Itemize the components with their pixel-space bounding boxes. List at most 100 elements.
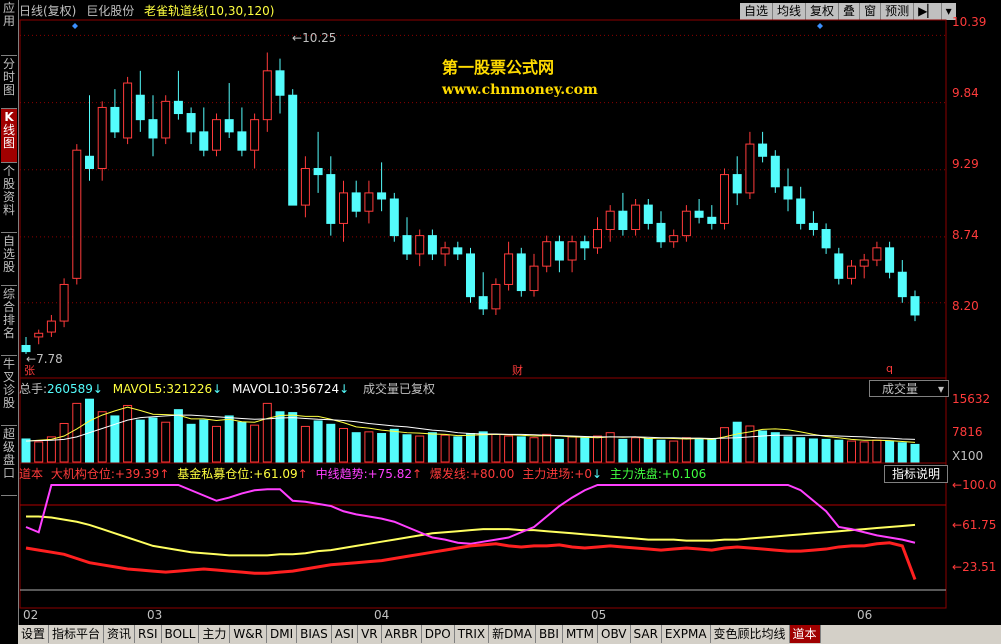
indicator-tick: ←61.75 — [952, 518, 997, 532]
candle-body — [173, 100, 183, 115]
volume-bar — [796, 437, 806, 463]
candle-body — [834, 253, 844, 279]
chevron-down-icon: ▾ — [937, 382, 944, 396]
tab-daoben[interactable]: 道本 — [789, 625, 821, 643]
indicator-label: 主力洗盘: — [609, 467, 662, 481]
volume-bar — [872, 439, 882, 463]
candle-body — [821, 229, 831, 249]
candle-body — [389, 198, 399, 237]
volume-bar — [97, 411, 107, 463]
volume-bar — [415, 435, 425, 463]
tab-new-dma[interactable]: 新DMA — [489, 625, 536, 643]
tab-dmi[interactable]: DMI — [267, 625, 298, 643]
tab-dpo[interactable]: DPO — [422, 625, 455, 643]
tab-obv[interactable]: OBV — [598, 625, 631, 643]
arrow-down-icon: ↓ — [212, 382, 223, 396]
candle-body — [148, 119, 158, 139]
marker-diamond-icon — [72, 23, 78, 29]
marker-diamond-icon — [817, 23, 823, 29]
tab-guppy[interactable]: 变色顾比均线 — [711, 625, 790, 643]
candle-body — [631, 204, 641, 231]
price-tick: 10.39 — [952, 15, 987, 29]
volume-bar — [542, 433, 552, 463]
price-tick: 8.74 — [952, 228, 979, 242]
candle-body — [135, 94, 145, 121]
volume-bar — [694, 438, 704, 463]
volume-bar — [339, 428, 348, 463]
volume-bar — [262, 402, 272, 463]
tab-news[interactable]: 资讯 — [104, 625, 136, 643]
candle-body — [326, 174, 336, 224]
volume-bar — [199, 419, 209, 463]
volume-bar — [288, 412, 298, 463]
volume-bar — [834, 439, 844, 463]
volume-bar — [593, 435, 602, 463]
candle-body — [542, 241, 552, 267]
kline-chart[interactable] — [0, 0, 1001, 625]
volume-bar — [885, 440, 895, 463]
indicator-tick: ←100.0 — [952, 478, 997, 492]
event-mark-cai[interactable]: 财 — [512, 362, 523, 378]
volume-bar — [224, 415, 234, 463]
volume-info-line: 总手:260589↓ MAVOL5:321226↓ MAVOL10:356724… — [19, 381, 435, 397]
indicator-help-button[interactable]: 指标说明 — [884, 465, 948, 483]
tab-arbr[interactable]: ARBR — [382, 625, 422, 643]
tab-rsi[interactable]: RSI — [135, 625, 162, 643]
tab-trix[interactable]: TRIX — [455, 625, 490, 643]
candle-body — [859, 259, 869, 267]
volume-bar — [148, 417, 158, 463]
date-tick: 03 — [147, 608, 163, 622]
candle-body — [313, 167, 323, 176]
volume-unit: X100 — [952, 449, 984, 463]
candle-body — [783, 186, 793, 200]
tab-expma[interactable]: EXPMA — [662, 625, 711, 643]
candle-body — [466, 253, 475, 298]
arrow-down-icon: ↓ — [591, 467, 603, 481]
indicator-title[interactable]: 道本 — [19, 467, 43, 481]
volume-bar — [707, 438, 717, 463]
candle-body — [796, 198, 806, 224]
candle-body — [593, 229, 602, 249]
tab-boll[interactable]: BOLL — [162, 625, 200, 643]
candle-body — [554, 241, 564, 261]
tab-sar[interactable]: SAR — [631, 625, 662, 643]
volume-bar — [237, 421, 247, 463]
tab-bbi[interactable]: BBI — [536, 625, 563, 643]
candle-body — [427, 235, 437, 255]
volume-bar — [427, 432, 437, 463]
indicator-tabs: 设置 指标平台 资讯 RSI BOLL 主力 W&R DMI BIAS ASI … — [18, 625, 1001, 644]
volume-bar — [21, 438, 31, 463]
mavol5-value: 321226 — [166, 382, 213, 396]
candle-body — [643, 204, 653, 224]
volume-bar — [643, 438, 653, 463]
volume-bar — [656, 439, 666, 463]
volume-bar — [516, 436, 526, 463]
volume-select-value: 成交量 — [882, 382, 919, 396]
tab-asi[interactable]: ASI — [332, 625, 359, 643]
candle-body — [605, 210, 615, 231]
tab-wr[interactable]: W&R — [230, 625, 267, 643]
tab-bias[interactable]: BIAS — [297, 625, 332, 643]
indicator-value: +39.39 — [114, 467, 160, 481]
volume-bar — [466, 433, 475, 463]
volume-bar — [59, 422, 69, 463]
tab-mtm[interactable]: MTM — [563, 625, 598, 643]
volume-bar — [364, 431, 374, 463]
volume-indicator-select[interactable]: 成交量 ▾ — [869, 380, 949, 397]
tab-main-force[interactable]: 主力 — [199, 625, 231, 643]
volume-bar — [783, 436, 793, 463]
event-mark-q[interactable]: q — [886, 362, 893, 375]
candle-body — [732, 174, 742, 194]
indicator-value: +0.106 — [661, 467, 707, 481]
tab-indicator-platform[interactable]: 指标平台 — [49, 625, 105, 643]
tab-vr[interactable]: VR — [358, 625, 382, 643]
candle-body — [21, 344, 31, 353]
event-mark-zhang[interactable]: 张 — [24, 362, 35, 378]
candle-body — [707, 216, 717, 224]
candle-body — [110, 106, 120, 133]
candle-body — [478, 296, 488, 310]
indicator-value: +80.00 — [469, 467, 515, 481]
volume-bar — [135, 419, 145, 463]
volume-bar — [212, 425, 221, 463]
tab-settings[interactable]: 设置 — [18, 625, 50, 643]
